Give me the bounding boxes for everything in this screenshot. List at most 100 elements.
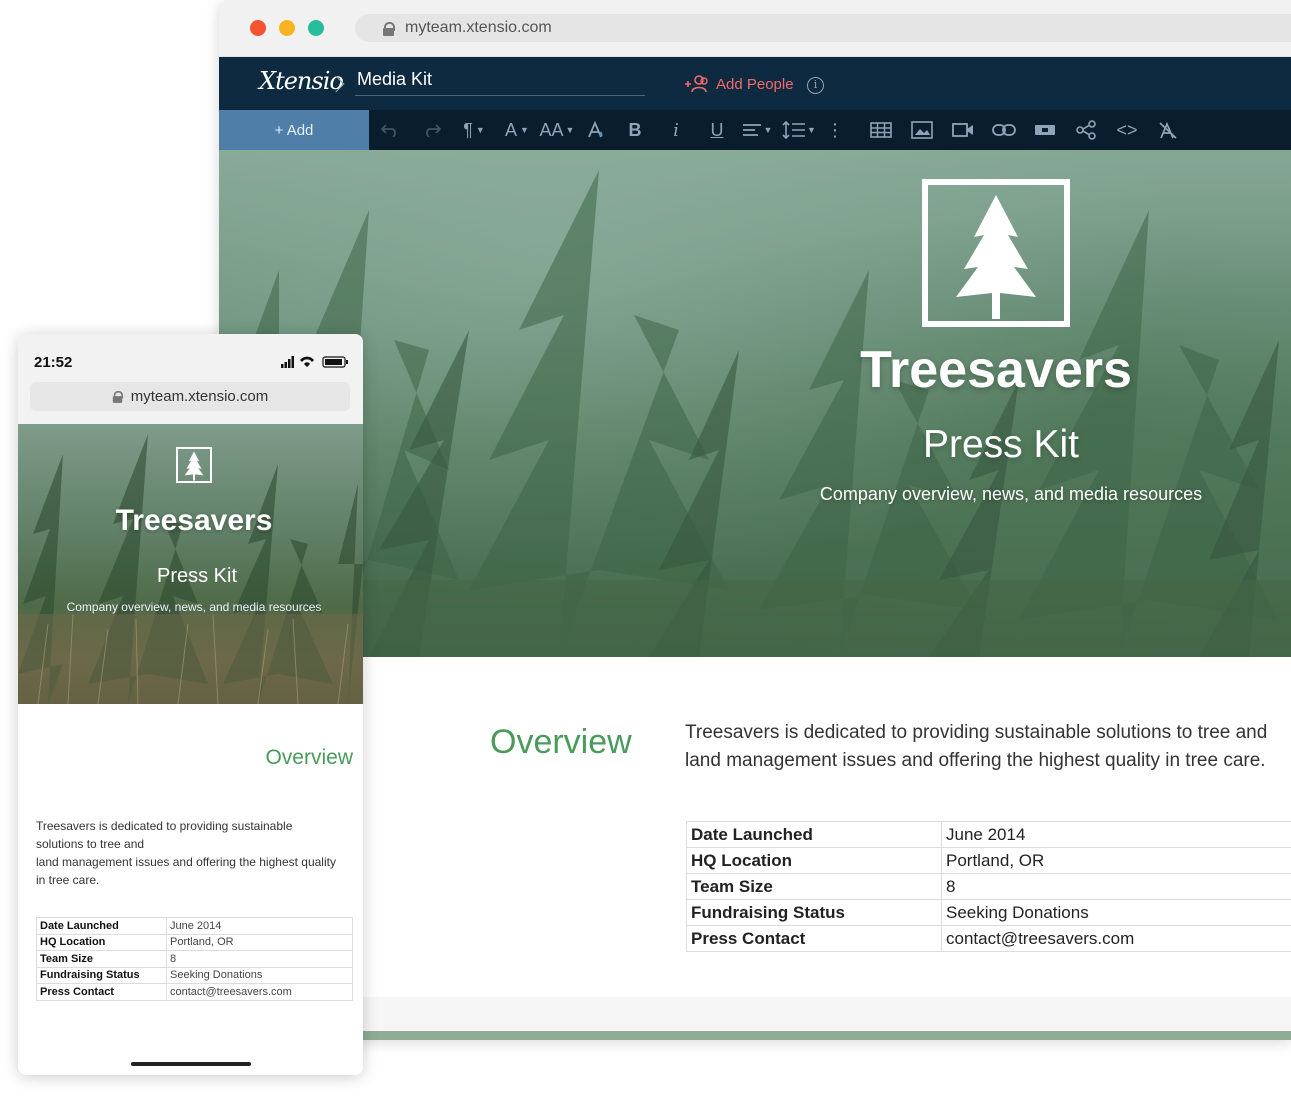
table-row: Fundraising Status Seeking Donations	[686, 899, 1291, 926]
overview-text-line: Treesavers is dedicated to providing sus…	[36, 819, 293, 833]
bold-button[interactable]: B	[622, 110, 648, 150]
table-row: HQ Location Portland, OR	[686, 847, 1291, 874]
fact-label: Press Contact	[686, 925, 942, 952]
company-facts-table: Date Launched June 2014 HQ Location Portla…	[686, 821, 1291, 952]
fact-value: 8	[941, 873, 1291, 900]
table-icon[interactable]	[868, 110, 894, 150]
overview-text-line: in tree care.	[36, 873, 100, 887]
line-spacing-icon	[782, 121, 806, 139]
mobile-hero-subtitle: Press Kit	[156, 565, 238, 587]
share-icon[interactable]	[1073, 110, 1099, 150]
fact-label: Fundraising Status	[686, 899, 942, 926]
embed-code-button[interactable]: <>	[1114, 110, 1140, 150]
close-window-button[interactable]	[250, 20, 266, 36]
fact-label: Fundraising Status	[36, 966, 167, 984]
text-color-icon[interactable]	[583, 110, 609, 150]
editor-toolbar: + Add ¶ ▼ A ▼ AA ▼ B i U ▼ ▼ ⋮ <>	[219, 110, 1291, 150]
fact-label: Team Size	[36, 950, 167, 968]
hero-banner: Treesavers Press Kit Company overview, n…	[219, 150, 1291, 657]
status-icons	[281, 356, 348, 368]
table-row: HQ Location Portland, OR	[36, 933, 353, 951]
status-time: 21:52	[34, 354, 73, 371]
overview-heading: Overview	[490, 723, 632, 761]
pine-tree-icon	[956, 195, 1036, 319]
add-block-button[interactable]: + Add	[219, 110, 369, 150]
overview-text: Treesavers is dedicated to providing sus…	[685, 719, 1291, 775]
overview-text-line: land management issues and offering the …	[685, 750, 1266, 771]
mobile-overview-text: Treesavers is dedicated to providing sus…	[36, 817, 356, 889]
caret-down-icon: ▼	[520, 125, 529, 135]
table-row: Fundraising Status Seeking Donations	[36, 966, 353, 984]
footer-band	[219, 997, 1291, 1031]
hero-subtitle: Press Kit	[922, 423, 1080, 466]
line-spacing-dropdown[interactable]: ▼	[780, 110, 818, 150]
caret-down-icon: ▼	[763, 125, 773, 135]
button-block-icon[interactable]	[1032, 110, 1058, 150]
image-icon[interactable]	[909, 110, 935, 150]
fact-value: June 2014	[941, 821, 1291, 848]
table-row: Date Launched June 2014	[686, 821, 1291, 848]
fact-label: Press Contact	[36, 983, 167, 1001]
app-header: Xtensio Media Kit Add People i	[219, 57, 1291, 110]
italic-button[interactable]: i	[663, 110, 689, 150]
maximize-window-button[interactable]	[308, 20, 324, 36]
mobile-hero-company-name: Treesavers	[115, 504, 273, 537]
more-options-button[interactable]: ⋮	[826, 110, 844, 150]
address-bar-url: myteam.xtensio.com	[405, 19, 552, 36]
desktop-browser-window: myteam.xtensio.com Xtensio Media Kit Add…	[219, 0, 1291, 1040]
fact-value: contact@treesavers.com	[166, 983, 353, 1001]
font-family-dropdown[interactable]: A ▼	[500, 110, 534, 150]
fact-value: Portland, OR	[166, 933, 353, 951]
minimize-window-button[interactable]	[279, 20, 295, 36]
fact-value: 8	[166, 950, 353, 968]
fact-value: Seeking Donations	[941, 899, 1291, 926]
footer-accent-line	[219, 1031, 1291, 1040]
fact-value: Portland, OR	[941, 847, 1291, 874]
video-icon[interactable]	[950, 110, 976, 150]
overview-text-line: solutions to tree and	[36, 837, 145, 851]
undo-icon[interactable]	[377, 110, 403, 150]
add-people-label: Add People	[716, 75, 794, 93]
font-icon: A	[505, 119, 518, 140]
info-icon[interactable]: i	[807, 77, 824, 94]
phone-status-bar: 21:52	[18, 334, 363, 379]
align-dropdown[interactable]: ▼	[739, 110, 775, 150]
table-row: Team Size 8	[686, 873, 1291, 900]
overview-text-line: land management issues and offering the …	[36, 855, 336, 869]
pine-tree-icon	[184, 451, 204, 481]
mobile-address-bar[interactable]: myteam.xtensio.com	[30, 382, 350, 411]
home-indicator[interactable]	[131, 1062, 251, 1066]
add-people-icon	[685, 75, 708, 93]
table-row: Team Size 8	[36, 950, 353, 968]
hero-tint-overlay	[219, 150, 1291, 657]
table-row: Press Contact contact@treesavers.com	[686, 925, 1291, 952]
caret-down-icon: ▼	[565, 125, 575, 135]
paragraph-style-dropdown[interactable]: ¶ ▼	[457, 110, 491, 150]
table-row: Date Launched June 2014	[36, 917, 353, 935]
hero-tagline: Company overview, news, and media resour…	[819, 484, 1203, 504]
caret-down-icon: ▼	[807, 125, 816, 135]
lock-icon	[383, 21, 395, 36]
font-size-icon: AA	[539, 119, 564, 140]
fact-value: June 2014	[166, 917, 353, 935]
link-icon[interactable]	[991, 110, 1017, 150]
fact-label: HQ Location	[686, 847, 942, 874]
add-people-button[interactable]: Add People	[684, 75, 794, 93]
address-bar[interactable]: myteam.xtensio.com	[355, 14, 1291, 42]
hero-company-name: Treesavers	[860, 341, 1132, 399]
clear-formatting-icon[interactable]	[1155, 110, 1181, 150]
table-row: Press Contact contact@treesavers.com	[36, 983, 353, 1001]
underline-button[interactable]: U	[704, 110, 730, 150]
redo-icon[interactable]	[419, 110, 445, 150]
mobile-hero-tagline: Company overview, news, and media resour…	[66, 600, 322, 614]
paragraph-icon: ¶	[463, 119, 473, 140]
mobile-phone-preview: 21:52 myteam.xtensio.com Treesavers Pres…	[18, 334, 363, 1075]
overview-text-line: Treesavers is dedicated to providing sus…	[685, 722, 1268, 743]
fact-label: HQ Location	[36, 933, 167, 951]
mobile-address-url: myteam.xtensio.com	[130, 388, 269, 405]
caret-down-icon: ▼	[475, 125, 485, 135]
font-size-dropdown[interactable]: AA ▼	[537, 110, 577, 150]
document-title-field[interactable]: Media Kit	[355, 69, 645, 96]
mobile-overview-heading: Overview	[265, 746, 353, 769]
fact-label: Team Size	[686, 873, 942, 900]
